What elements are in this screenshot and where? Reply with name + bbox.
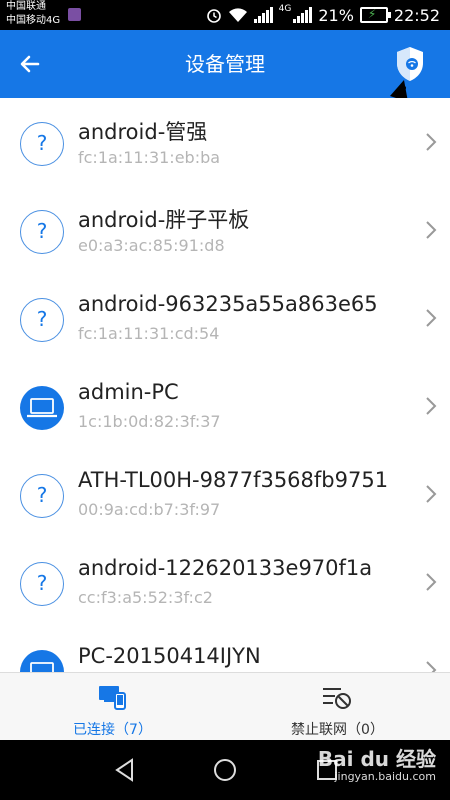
system-nav-bar: Bai du 经验 jingyan.baidu.com	[0, 740, 450, 800]
device-list[interactable]: ? android-管强 fc:1a:11:31:eb:ba ? android…	[0, 98, 450, 672]
status-bar: 中国联通 中国移动4G 4G 21% ⚡ 22:52	[0, 0, 450, 30]
nav-back-icon[interactable]	[110, 755, 140, 785]
carrier-1: 中国联通	[6, 1, 46, 12]
laptop-icon	[20, 650, 64, 672]
device-row[interactable]: ? android-122620133e970f1a cc:f3:a5:52:3…	[0, 538, 450, 627]
chevron-right-icon	[426, 133, 437, 151]
device-name: android-管强	[78, 120, 208, 144]
arrow-left-icon	[20, 55, 40, 73]
device-row[interactable]: ? android-963235a55a863e65 fc:1a:11:31:c…	[0, 274, 450, 363]
clock: 22:52	[393, 5, 440, 25]
bottom-tab-bar: 已连接（7） 禁止联网（0）	[0, 672, 450, 741]
device-name: PC-20150414IJYN	[78, 644, 261, 668]
device-mac: fc:1a:11:31:eb:ba	[78, 148, 221, 167]
unknown-device-icon: ?	[20, 298, 64, 342]
back-button[interactable]	[10, 44, 50, 84]
chevron-right-icon	[426, 309, 437, 327]
tab-blocked-label: 禁止联网（0）	[291, 722, 384, 738]
battery-charging-icon: ⚡	[359, 7, 391, 23]
unknown-device-icon: ?	[20, 210, 64, 254]
device-mac: cc:f3:a5:52:3f:c2	[78, 588, 213, 607]
laptop-icon	[20, 386, 64, 430]
device-mac: e0:a3:ac:85:91:d8	[78, 236, 225, 255]
device-name: android-122620133e970f1a	[78, 556, 373, 580]
status-right: 4G 21% ⚡ 22:52	[206, 4, 440, 26]
unknown-device-icon: ?	[20, 122, 64, 166]
tab-connected-label: 已连接（7）	[73, 722, 152, 738]
gallery-notification-icon	[68, 8, 81, 21]
device-row[interactable]: ? ATH-TL00H-9877f3568fb9751 00:9a:cd:b7:…	[0, 450, 450, 539]
unknown-device-icon: ?	[20, 474, 64, 518]
chevron-right-icon	[426, 573, 437, 591]
device-name: admin-PC	[78, 380, 179, 404]
tab-connected[interactable]: 已连接（7）	[0, 673, 225, 741]
network-type: 4G	[278, 4, 292, 14]
device-name: android-963235a55a863e65	[78, 292, 378, 316]
device-mac: fc:1a:11:31:cd:54	[78, 324, 220, 343]
device-row[interactable]: ? android-管强 fc:1a:11:31:eb:ba	[0, 98, 450, 187]
chevron-right-icon	[426, 221, 437, 239]
nav-home-icon[interactable]	[210, 755, 240, 785]
wifi-icon	[228, 8, 247, 22]
devices-icon	[99, 686, 126, 710]
watermark: Bai du 经验 jingyan.baidu.com	[318, 748, 436, 784]
signal-icon-2	[293, 7, 313, 23]
device-name: android-胖子平板	[78, 208, 250, 232]
block-list-icon	[323, 688, 351, 709]
device-mac: 1c:1b:0d:82:3f:37	[78, 412, 221, 431]
carrier-2: 中国移动4G	[6, 15, 61, 26]
alarm-icon	[206, 9, 221, 23]
device-row[interactable]: PC-20150414IJYN	[0, 626, 450, 672]
device-row[interactable]: admin-PC 1c:1b:0d:82:3f:37	[0, 362, 450, 451]
chevron-right-icon	[426, 485, 437, 503]
device-mac: 00:9a:cd:b7:3f:97	[78, 500, 221, 519]
device-row[interactable]: ? android-胖子平板 e0:a3:ac:85:91:d8	[0, 186, 450, 275]
device-name: ATH-TL00H-9877f3568fb9751	[78, 468, 389, 492]
battery-percent: 21%	[318, 5, 354, 25]
chevron-right-icon	[426, 661, 437, 672]
watermark-url: jingyan.baidu.com	[334, 770, 436, 783]
chevron-right-icon	[426, 397, 437, 415]
watermark-logo: Bai du 经验	[317, 747, 436, 771]
unknown-device-icon: ?	[20, 562, 64, 606]
tab-blocked[interactable]: 禁止联网（0）	[225, 673, 450, 741]
signal-icon-1	[253, 7, 273, 23]
